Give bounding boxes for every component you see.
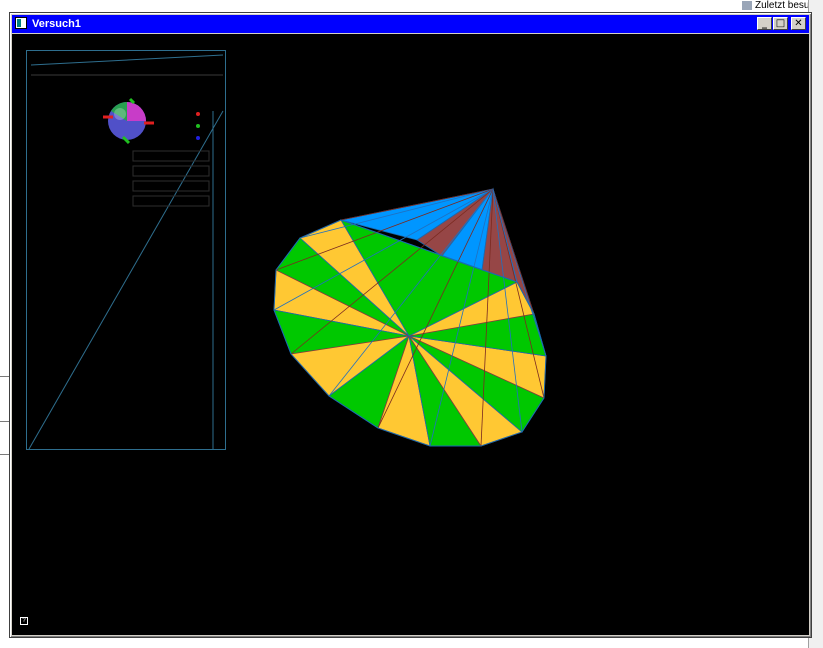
title-bar[interactable]: Versuch1 _ □ ✕ (12, 15, 809, 33)
background-line (0, 376, 9, 377)
background-line (0, 421, 9, 422)
axis-z-dot (196, 136, 200, 140)
sphere-highlight (114, 108, 126, 120)
background-line (0, 454, 9, 455)
maximize-button[interactable]: □ (773, 17, 788, 30)
folder-icon (742, 1, 752, 10)
title-divider (30, 54, 224, 66)
tweak-bar-graphics (28, 54, 224, 450)
sphere-quadrant (127, 102, 146, 121)
close-button[interactable]: ✕ (791, 17, 806, 30)
axis-y-dot (196, 124, 200, 128)
app-window: Versuch1 _ □ ✕ ? (9, 12, 812, 638)
recent-label: Zuletzt besuc (755, 0, 815, 11)
app-icon[interactable] (15, 17, 27, 29)
help-icon[interactable]: ? (20, 617, 28, 625)
resize-diagonal (28, 110, 224, 450)
value-field[interactable] (132, 180, 210, 192)
minimize-button[interactable]: _ (757, 17, 772, 30)
window-title: Versuch1 (32, 18, 81, 30)
render-viewport[interactable]: ? (12, 34, 809, 635)
axis-x-dot (196, 112, 200, 116)
tweak-bar-panel[interactable] (26, 50, 226, 450)
value-field[interactable] (132, 165, 210, 177)
